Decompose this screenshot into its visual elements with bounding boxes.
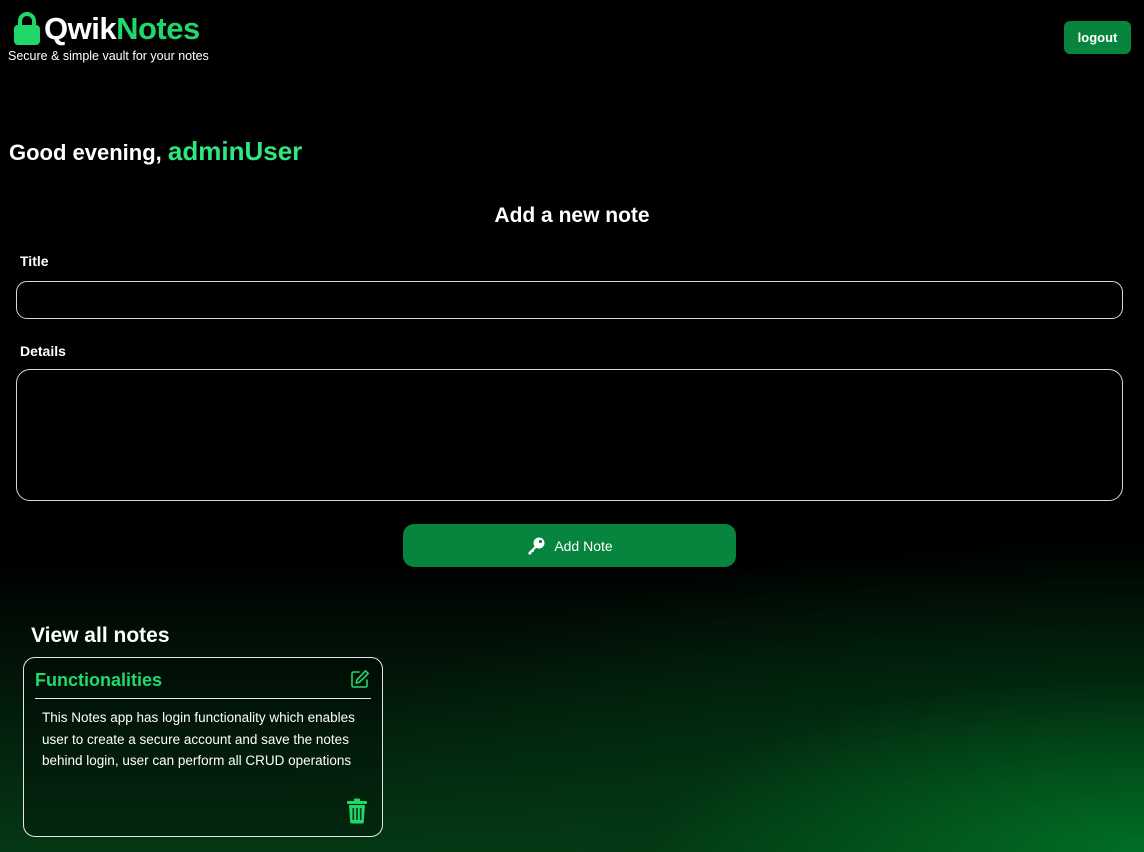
edit-icon[interactable] bbox=[350, 669, 370, 689]
greeting-username: adminUser bbox=[167, 136, 303, 166]
lock-icon bbox=[14, 12, 40, 45]
brand-row: QwikNotes bbox=[8, 10, 209, 48]
greeting: Good evening, adminUser bbox=[9, 136, 302, 167]
key-icon bbox=[528, 537, 545, 554]
note-header: Functionalities bbox=[35, 668, 371, 699]
details-label: Details bbox=[20, 343, 66, 359]
notes-heading: View all notes bbox=[31, 624, 170, 647]
title-input[interactable] bbox=[16, 281, 1123, 319]
add-note-label: Add Note bbox=[554, 537, 613, 554]
trash-icon[interactable] bbox=[346, 798, 368, 824]
form-heading: Add a new note bbox=[494, 204, 650, 227]
add-note-button[interactable]: Add Note bbox=[403, 524, 736, 567]
tagline: Secure & simple vault for your notes bbox=[8, 49, 209, 63]
logout-button[interactable]: logout bbox=[1064, 21, 1131, 54]
note-body: This Notes app has login functionality w… bbox=[42, 710, 355, 768]
brand-name-part2: Notes bbox=[116, 11, 200, 46]
note-title: Functionalities bbox=[35, 670, 163, 690]
greeting-prefix: Good evening, bbox=[9, 140, 162, 165]
title-label: Title bbox=[20, 253, 49, 269]
brand-name-part1: Qwik bbox=[44, 11, 117, 46]
note-card: Functionalities This Notes app has login… bbox=[23, 657, 383, 837]
brand: QwikNotes Secure & simple vault for your… bbox=[8, 10, 209, 63]
details-textarea[interactable] bbox=[16, 369, 1123, 501]
brand-name: QwikNotes bbox=[44, 10, 200, 48]
